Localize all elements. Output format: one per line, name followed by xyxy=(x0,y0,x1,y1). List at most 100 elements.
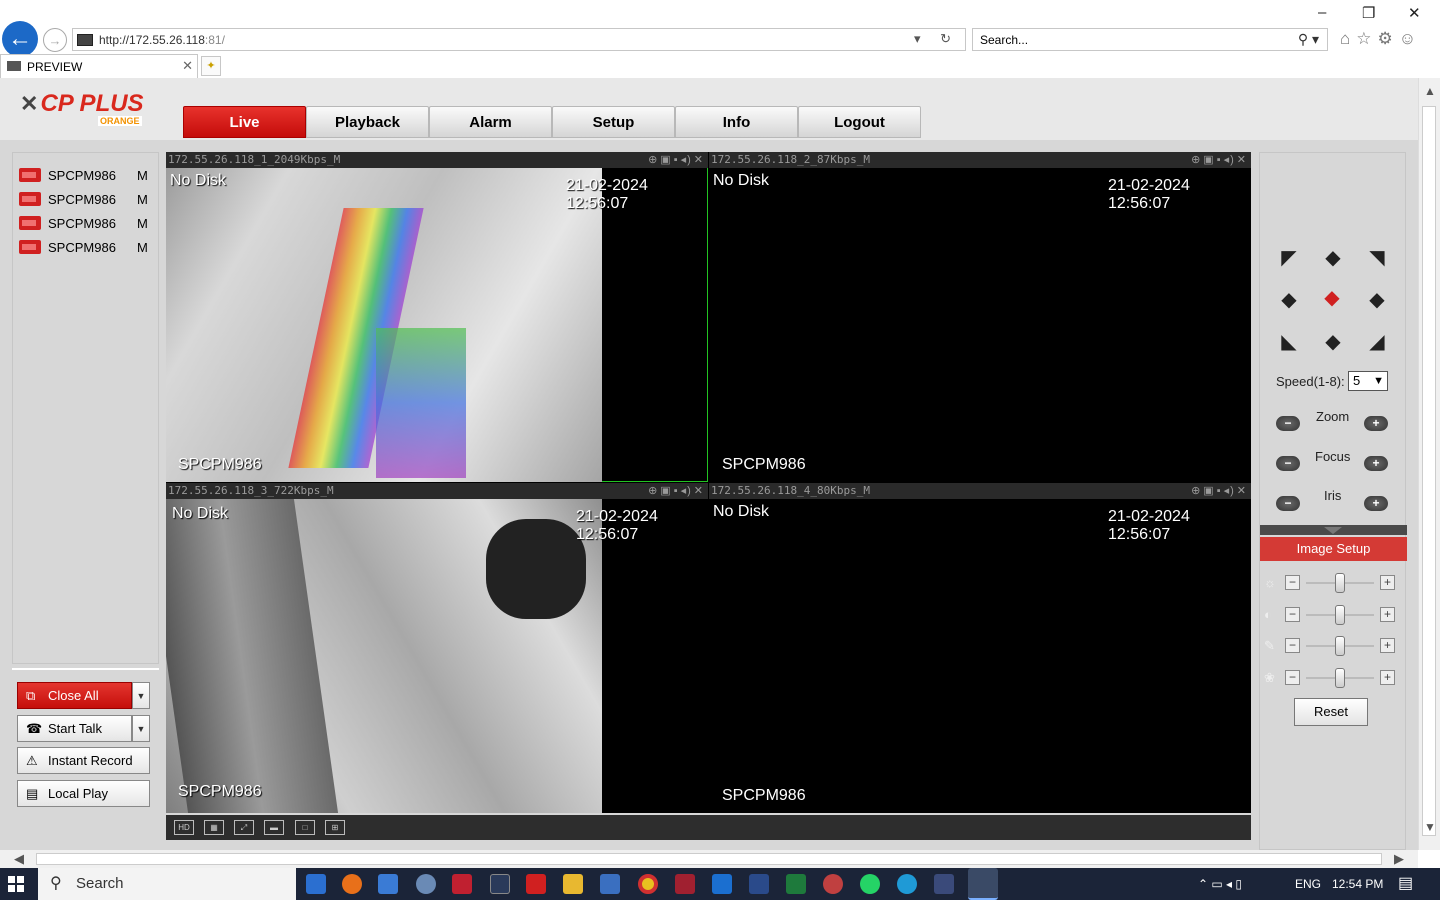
horizontal-scrollbar[interactable]: ◀ ▶ xyxy=(0,850,1418,868)
video-toolbar[interactable]: ⊕ ▣ ▪ ◂) ✕ xyxy=(1189,152,1247,168)
local-play-button[interactable]: ▤ Local Play xyxy=(17,780,150,807)
folder-icon[interactable] xyxy=(563,874,583,894)
start-button[interactable] xyxy=(8,876,24,892)
minimize-button[interactable]: – xyxy=(1318,4,1326,21)
video-cell-2[interactable]: 172.55.26.118_2_87Kbps_M ⊕ ▣ ▪ ◂) ✕ No Disk … xyxy=(709,152,1251,482)
channel-item[interactable]: SPCPM986 M xyxy=(19,237,148,257)
app-icon[interactable] xyxy=(823,874,843,894)
video-toolbar[interactable]: ⊕ ▣ ▪ ◂) ✕ xyxy=(646,483,704,499)
ptz-down-icon[interactable]: ◆ xyxy=(1322,331,1344,353)
ptz-left-icon[interactable]: ◆ xyxy=(1278,289,1300,311)
ratio-icon[interactable]: ▦ xyxy=(204,820,224,835)
nav-playback[interactable]: Playback xyxy=(306,106,429,138)
app-icon[interactable] xyxy=(306,874,326,894)
scroll-down-icon[interactable]: ▼ xyxy=(1424,820,1436,834)
forward-button[interactable]: → xyxy=(43,28,67,52)
ie-icon[interactable] xyxy=(968,868,998,900)
store-icon[interactable] xyxy=(600,874,620,894)
focus-plus-button[interactable]: + xyxy=(1364,456,1388,471)
brightness-plus-button[interactable]: + xyxy=(1380,575,1395,590)
hue-slider[interactable]: ❀ − + xyxy=(1264,668,1404,688)
video-toolbar[interactable]: ⊕ ▣ ▪ ◂) ✕ xyxy=(1189,483,1247,499)
channel-stream[interactable]: M xyxy=(137,192,148,207)
reset-button[interactable]: Reset xyxy=(1294,698,1368,726)
channel-item[interactable]: SPCPM986 M xyxy=(19,165,148,185)
restore-button[interactable]: ❐ xyxy=(1362,4,1375,22)
saturation-slider[interactable]: ✎ − + xyxy=(1264,636,1404,656)
outlook-icon[interactable] xyxy=(712,874,732,894)
video-toolbar[interactable]: ⊕ ▣ ▪ ◂) ✕ xyxy=(646,152,704,168)
ptz-collapse-bar[interactable] xyxy=(1260,525,1407,535)
contrast-plus-button[interactable]: + xyxy=(1380,607,1395,622)
hue-minus-button[interactable]: − xyxy=(1285,670,1300,685)
slider-knob[interactable] xyxy=(1335,668,1345,688)
iris-minus-button[interactable]: − xyxy=(1276,496,1300,511)
app-icon[interactable] xyxy=(452,874,472,894)
zoom-out-button[interactable]: − xyxy=(1276,416,1300,431)
single-layout-icon[interactable]: □ xyxy=(295,820,315,835)
channel-stream[interactable]: M xyxy=(137,216,148,231)
hd-icon[interactable]: HD xyxy=(174,820,194,835)
refresh-icon[interactable]: ▾ ↻ xyxy=(914,31,959,47)
close-window-button[interactable]: ✕ xyxy=(1408,4,1421,22)
search-icon[interactable]: ⚲ ▾ xyxy=(1298,31,1319,48)
nav-info[interactable]: Info xyxy=(675,106,798,138)
quad-layout-icon[interactable]: ⊞ xyxy=(325,820,345,835)
contrast-minus-button[interactable]: − xyxy=(1285,607,1300,622)
app-icon[interactable] xyxy=(934,874,954,894)
whatsapp-icon[interactable] xyxy=(860,874,880,894)
ptz-down-left-icon[interactable]: ◣ xyxy=(1278,331,1300,353)
tray-icons[interactable]: ⌃ ▭ ◂ ▯ xyxy=(1198,868,1242,900)
scroll-right-icon[interactable]: ▶ xyxy=(1394,851,1404,867)
channel-item[interactable]: SPCPM986 M xyxy=(19,189,148,209)
browser-search-input[interactable]: Search... ⚲ ▾ xyxy=(972,28,1328,51)
ptz-up-right-icon[interactable]: ◥ xyxy=(1366,247,1388,269)
ptz-center-icon[interactable]: ◆ xyxy=(1321,287,1343,309)
vertical-scrollbar[interactable]: ▲ ▼ xyxy=(1418,78,1440,850)
app-icon[interactable] xyxy=(378,874,398,894)
brightness-slider[interactable]: ☼ − + xyxy=(1264,573,1404,593)
scroll-thumb[interactable] xyxy=(36,853,1382,865)
app-icon[interactable] xyxy=(490,874,510,894)
contrast-slider[interactable]: ◐ − + xyxy=(1264,605,1404,625)
scroll-left-icon[interactable]: ◀ xyxy=(14,851,24,867)
app-icon[interactable] xyxy=(526,874,546,894)
focus-minus-button[interactable]: − xyxy=(1276,456,1300,471)
firefox-icon[interactable] xyxy=(342,874,362,894)
iris-plus-button[interactable]: + xyxy=(1364,496,1388,511)
nav-live[interactable]: Live xyxy=(183,106,306,138)
fullscreen-icon[interactable]: ⤢ xyxy=(234,820,254,835)
nav-logout[interactable]: Logout xyxy=(798,106,921,138)
brightness-minus-button[interactable]: − xyxy=(1285,575,1300,590)
saturation-plus-button[interactable]: + xyxy=(1380,638,1395,653)
ptz-right-icon[interactable]: ◆ xyxy=(1366,289,1388,311)
app-icon[interactable] xyxy=(749,874,769,894)
language-indicator[interactable]: ENG xyxy=(1295,868,1321,900)
instant-record-button[interactable]: ⚠ Instant Record xyxy=(17,747,150,774)
video-cell-1[interactable]: 172.55.26.118_1_2049Kbps_M ⊕ ▣ ▪ ◂) ✕ No Dis… xyxy=(166,152,708,482)
video-cell-3[interactable]: 172.55.26.118_3_722Kbps_M ⊕ ▣ ▪ ◂) ✕ No Disk… xyxy=(166,483,708,813)
slider-knob[interactable] xyxy=(1335,573,1345,593)
excel-icon[interactable] xyxy=(786,874,806,894)
chrome-icon[interactable] xyxy=(638,874,658,894)
tab-close-icon[interactable]: ✕ xyxy=(182,58,193,74)
back-button[interactable]: ← xyxy=(2,21,38,57)
slider-knob[interactable] xyxy=(1335,605,1345,625)
image-setup-header[interactable]: Image Setup xyxy=(1260,537,1407,561)
hue-plus-button[interactable]: + xyxy=(1380,670,1395,685)
app-icon[interactable] xyxy=(675,874,695,894)
channel-stream[interactable]: M xyxy=(137,168,148,183)
clock[interactable]: 12:54 PM xyxy=(1332,868,1383,900)
browser-toolbar-icons[interactable]: ⌂☆⚙☺ xyxy=(1340,29,1422,49)
saturation-minus-button[interactable]: − xyxy=(1285,638,1300,653)
notification-icon[interactable]: ▤ xyxy=(1398,868,1413,900)
close-all-dropdown[interactable]: ▼ xyxy=(132,682,150,709)
start-talk-button[interactable]: ☎ Start Talk ▼ xyxy=(17,715,150,742)
video-cell-4[interactable]: 172.55.26.118_4_80Kbps_M ⊕ ▣ ▪ ◂) ✕ No Disk … xyxy=(709,483,1251,813)
ptz-up-left-icon[interactable]: ◤ xyxy=(1278,247,1300,269)
ptz-up-icon[interactable]: ◆ xyxy=(1322,247,1344,269)
browser-tab[interactable]: PREVIEW ✕ xyxy=(0,54,198,78)
zoom-in-button[interactable]: + xyxy=(1364,416,1388,431)
address-bar[interactable]: http://172.55.26.118:81/ ▾ ↻ xyxy=(72,28,966,51)
start-talk-dropdown[interactable]: ▼ xyxy=(132,715,150,742)
